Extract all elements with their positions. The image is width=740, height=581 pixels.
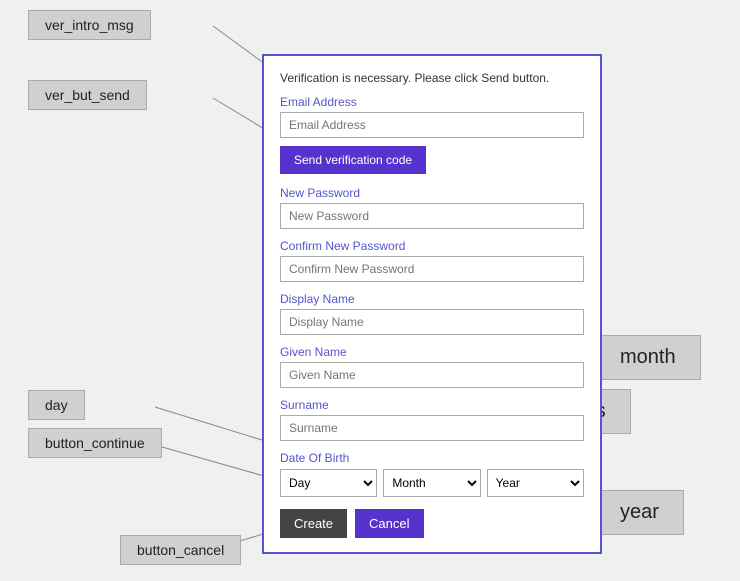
given-name-input[interactable] — [280, 362, 584, 388]
registration-form: Verification is necessary. Please click … — [262, 54, 602, 554]
intro-message: Verification is necessary. Please click … — [280, 70, 584, 87]
day-label: day — [28, 390, 85, 420]
display-name-label: Display Name — [280, 292, 584, 306]
email-input[interactable] — [280, 112, 584, 138]
dob-label: Date Of Birth — [280, 451, 584, 465]
dob-row: Day Month Year — [280, 469, 584, 497]
send-verification-button[interactable]: Send verification code — [280, 146, 426, 174]
year-label: year — [595, 490, 684, 535]
dob-day-select[interactable]: Day — [280, 469, 377, 497]
email-label: Email Address — [280, 95, 584, 109]
button-cancel-label: button_cancel — [120, 535, 241, 565]
cancel-button[interactable]: Cancel — [355, 509, 423, 538]
create-button[interactable]: Create — [280, 509, 347, 538]
new-password-input[interactable] — [280, 203, 584, 229]
confirm-password-input[interactable] — [280, 256, 584, 282]
surname-input[interactable] — [280, 415, 584, 441]
dob-month-select[interactable]: Month — [383, 469, 480, 497]
surname-label: Surname — [280, 398, 584, 412]
ver-but-send-label: ver_but_send — [28, 80, 147, 110]
ver-intro-msg-label: ver_intro_msg — [28, 10, 151, 40]
new-password-label: New Password — [280, 186, 584, 200]
display-name-input[interactable] — [280, 309, 584, 335]
confirm-password-label: Confirm New Password — [280, 239, 584, 253]
dob-year-select[interactable]: Year — [487, 469, 584, 497]
given-name-label: Given Name — [280, 345, 584, 359]
action-row: Create Cancel — [280, 509, 584, 538]
month-label: month — [595, 335, 701, 380]
button-continue-label: button_continue — [28, 428, 162, 458]
